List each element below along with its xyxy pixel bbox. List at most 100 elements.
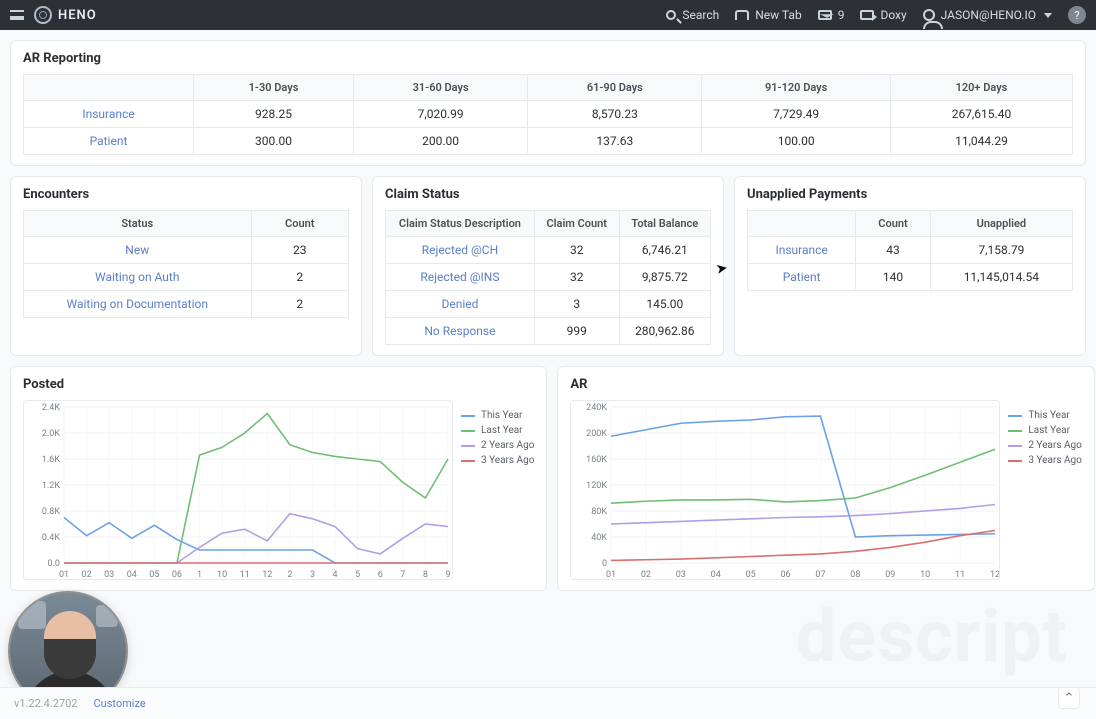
nav-mail[interactable]: 9 <box>818 8 845 22</box>
svg-text:1.2K: 1.2K <box>42 481 60 491</box>
panel-title: Claim Status <box>385 187 711 202</box>
svg-text:240K: 240K <box>587 403 608 413</box>
svg-text:0: 0 <box>602 559 607 569</box>
legend-label: This Year <box>1028 410 1069 421</box>
data-cell: 100.00 <box>702 128 890 155</box>
svg-text:160K: 160K <box>587 455 608 465</box>
svg-text:7: 7 <box>400 570 405 580</box>
row-link[interactable]: Denied <box>441 297 478 311</box>
svg-text:06: 06 <box>172 570 182 580</box>
row-link[interactable]: Insurance <box>82 107 134 121</box>
svg-text:5: 5 <box>355 570 360 580</box>
svg-text:0.4K: 0.4K <box>42 533 60 543</box>
row-link[interactable]: Waiting on Auth <box>95 270 179 284</box>
table-row: Patient14011,145,014.54 <box>748 264 1073 291</box>
data-cell: 6,746.21 <box>619 237 710 264</box>
svg-text:80K: 80K <box>592 507 608 517</box>
svg-text:03: 03 <box>676 570 686 580</box>
data-cell: 7,158.79 <box>930 237 1072 264</box>
brand-text: HENO <box>58 8 97 23</box>
nav-new-tab-label: New Tab <box>755 8 801 22</box>
legend-swatch <box>1008 430 1022 432</box>
svg-text:40K: 40K <box>592 533 608 543</box>
nav-search[interactable]: Search <box>666 8 719 22</box>
legend-label: Last Year <box>1028 425 1070 436</box>
nav-doxy[interactable]: Doxy <box>860 8 906 22</box>
posted-legend: This YearLast Year2 Years Ago3 Years Ago <box>461 400 534 466</box>
legend-swatch <box>1008 415 1022 417</box>
svg-text:9: 9 <box>445 570 450 580</box>
legend-swatch <box>461 445 475 447</box>
ar-legend: This YearLast Year2 Years Ago3 Years Ago <box>1008 400 1081 466</box>
row-link[interactable]: Rejected @CH <box>422 243 498 257</box>
data-cell: 32 <box>534 237 619 264</box>
nav-user[interactable]: JASON@HENO.IO <box>923 8 1052 22</box>
legend-label: 3 Years Ago <box>481 455 534 466</box>
camera-icon <box>860 10 874 20</box>
footer-bar: v1.22.4.2702 Customize <box>0 687 1096 719</box>
panel-title: AR <box>570 377 1081 392</box>
row-label-cell: Denied <box>386 291 535 318</box>
legend-swatch <box>1008 460 1022 462</box>
legend-label: Last Year <box>481 425 523 436</box>
data-cell: 137.63 <box>528 128 702 155</box>
data-cell: 999 <box>534 318 619 345</box>
data-cell: 280,962.86 <box>619 318 710 345</box>
row-label-cell: Insurance <box>748 237 856 264</box>
mail-icon <box>818 10 832 20</box>
col-header: Count <box>856 211 930 237</box>
svg-text:11: 11 <box>240 570 250 580</box>
data-cell: 2 <box>251 291 349 318</box>
svg-text:1: 1 <box>197 570 202 580</box>
data-cell: 43 <box>856 237 930 264</box>
brand-logo[interactable]: HENO <box>34 6 97 24</box>
table-row: New23 <box>24 237 349 264</box>
col-header: Count <box>251 211 349 237</box>
data-cell: 3 <box>534 291 619 318</box>
svg-text:09: 09 <box>886 570 896 580</box>
row-link[interactable]: Patient <box>90 134 128 148</box>
help-icon[interactable]: ? <box>1068 6 1086 24</box>
user-icon <box>923 9 935 21</box>
menu-icon[interactable] <box>10 10 24 20</box>
search-icon <box>666 10 676 20</box>
row-link[interactable]: Waiting on Documentation <box>67 297 208 311</box>
svg-text:6: 6 <box>378 570 383 580</box>
table-row: No Response 999280,962.86 <box>386 318 711 345</box>
data-cell: 200.00 <box>354 128 528 155</box>
row-link[interactable]: No Response <box>424 324 495 338</box>
data-cell: 7,020.99 <box>354 101 528 128</box>
svg-text:12: 12 <box>262 570 272 580</box>
legend-item: 3 Years Ago <box>461 455 534 466</box>
nav-new-tab[interactable]: New Tab <box>735 8 801 22</box>
col-header: 91-120 Days <box>702 75 890 101</box>
scroll-top-button[interactable]: ⌃ <box>1058 687 1080 709</box>
row-label-cell: Insurance <box>24 101 194 128</box>
col-header: 61-90 Days <box>528 75 702 101</box>
svg-text:03: 03 <box>104 570 114 580</box>
row-label-cell: Waiting on Documentation <box>24 291 252 318</box>
data-cell: 11,044.29 <box>890 128 1072 155</box>
col-header: 1-30 Days <box>194 75 354 101</box>
svg-text:12: 12 <box>990 570 1000 580</box>
row-link[interactable]: Patient <box>783 270 821 284</box>
panel-unapplied-payments: Unapplied Payments CountUnapplied Insura… <box>734 176 1086 356</box>
row-link[interactable]: Rejected @INS <box>420 270 499 284</box>
svg-text:0.0: 0.0 <box>48 559 61 569</box>
row-link[interactable]: New <box>125 243 149 257</box>
row-link[interactable]: Insurance <box>775 243 827 257</box>
panel-encounters: Encounters StatusCount New23Waiting on A… <box>10 176 362 356</box>
svg-text:2.4K: 2.4K <box>42 403 60 413</box>
encounters-table: StatusCount New23 Waiting on Auth 2 Waiting… <box>23 210 349 318</box>
col-header: 31-60 Days <box>354 75 528 101</box>
mouse-cursor-icon: ➤ <box>715 260 729 278</box>
data-cell: 11,145,014.54 <box>930 264 1072 291</box>
row-label-cell: New <box>24 237 252 264</box>
svg-text:200K: 200K <box>587 429 608 439</box>
svg-text:2.0K: 2.0K <box>42 429 60 439</box>
customize-link[interactable]: Customize <box>94 697 146 710</box>
svg-text:01: 01 <box>606 570 616 580</box>
svg-text:8: 8 <box>423 570 428 580</box>
col-header: Status <box>24 211 252 237</box>
legend-item: 2 Years Ago <box>1008 440 1081 451</box>
